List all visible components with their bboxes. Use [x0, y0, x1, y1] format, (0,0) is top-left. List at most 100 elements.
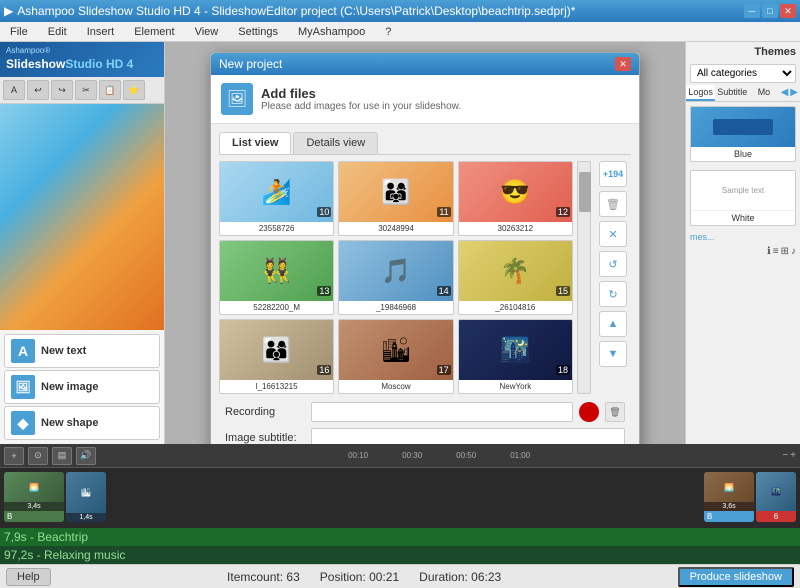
new-shape-button[interactable]: ◆ New shape — [4, 406, 160, 440]
timeline-tool-2[interactable]: ⊙ — [28, 447, 48, 465]
file-item-13[interactable]: 👯 13 52282200_M — [219, 240, 334, 315]
toolbar-icon-1[interactable]: A — [3, 80, 25, 100]
file-item-16[interactable]: 👨‍👩‍👦 16 l_16613215 — [219, 319, 334, 394]
file-item-14[interactable]: 🎵 14 _19846968 — [338, 240, 453, 315]
title-bar-left: ▶ Ashampoo Slideshow Studio HD 4 - Slide… — [4, 4, 575, 18]
new-text-button[interactable]: A New text — [4, 334, 160, 368]
add-files-button[interactable]: +194 — [599, 161, 627, 187]
file-item-12[interactable]: 😎 12 30263212 — [458, 161, 573, 236]
side-actions: +194 🗑 ✕ ↺ ↻ ▲ ▼ — [595, 161, 631, 394]
zoom-in-button[interactable]: + — [790, 450, 796, 461]
sidebar-toolbar: A ↩ ↪ ✂ 📋 ⭐ — [0, 77, 164, 104]
modal-body: List view Details view 🏄 — [211, 124, 639, 444]
move-down-button[interactable]: ▼ — [599, 341, 627, 367]
menu-element[interactable]: Element — [128, 22, 180, 42]
menu-edit[interactable]: Edit — [42, 22, 73, 42]
toolbar-icon-2[interactable]: ↩ — [27, 80, 49, 100]
produce-slideshow-button[interactable]: Produce slideshow — [678, 567, 794, 587]
file-grid: 🏄 10 23558726 👨‍👩‍👧 11 — [219, 161, 573, 394]
themes-tab-subtitle[interactable]: Subtitle — [715, 85, 749, 101]
timeline-tool-4[interactable]: 🔊 — [76, 447, 96, 465]
timeline-item-2[interactable]: 🏙 1,4s — [66, 472, 106, 522]
modal-header-icon: 🖼 — [221, 83, 253, 115]
file-num-18: 18 — [556, 365, 570, 375]
delete-file-button[interactable]: 🗑 — [599, 191, 627, 217]
status-duration: Duration: 06:23 — [419, 570, 501, 584]
file-item-18[interactable]: 🌃 18 NewYork — [458, 319, 573, 394]
toolbar-icon-5[interactable]: 📋 — [99, 80, 121, 100]
timeline-tool-3[interactable]: ▤ — [52, 447, 72, 465]
themes-tab-mo[interactable]: Mo — [749, 85, 778, 101]
zoom-out-button[interactable]: − — [782, 450, 788, 461]
view-tabs: List view Details view — [219, 132, 631, 155]
timeline-duration-2: 1,4s — [66, 513, 106, 522]
close-button[interactable]: ✕ — [780, 4, 796, 18]
subtitle-input[interactable] — [311, 428, 625, 444]
file-item-11[interactable]: 👨‍👩‍👧 11 30248994 — [338, 161, 453, 236]
music-bar-2: 97,2s - Relaxing music — [0, 546, 800, 564]
theme-white-text: Sample text — [722, 186, 764, 195]
toolbar-icon-3[interactable]: ↪ — [51, 80, 73, 100]
file-name-12: 30263212 — [459, 222, 572, 235]
menu-file[interactable]: File — [4, 22, 34, 42]
new-image-button[interactable]: 🖼 New image — [4, 370, 160, 404]
theme-white-label: White — [691, 211, 795, 225]
menu-help[interactable]: ? — [379, 22, 397, 42]
timeline-item-4[interactable]: 🌃 6 — [756, 472, 796, 522]
timeline-items-left: 🌅 3,4s B 🏙 1,4s — [4, 472, 106, 524]
menu-insert[interactable]: Insert — [81, 22, 121, 42]
timeline-duration-3: 3,6s — [704, 502, 754, 511]
timeline-thumb-4: 🌃 — [756, 472, 796, 511]
file-item-10[interactable]: 🏄 10 23558726 — [219, 161, 334, 236]
rotate-right-button[interactable]: ↻ — [599, 281, 627, 307]
toolbar-icon-6[interactable]: ⭐ — [123, 80, 145, 100]
themes-info-icon[interactable]: ℹ — [767, 246, 771, 257]
timeline-badge-1: B — [4, 511, 64, 522]
maximize-button[interactable]: □ — [762, 4, 778, 18]
minimize-button[interactable]: ─ — [744, 4, 760, 18]
modal-header-subtitle: Please add images for use in your slides… — [261, 101, 461, 112]
menu-myashampoo[interactable]: MyAshampoo — [292, 22, 371, 42]
themes-nav-left[interactable]: ◀ — [781, 87, 789, 99]
timeline-item-3[interactable]: 🌅 3,6s B — [704, 472, 754, 522]
file-name-14: _19846968 — [339, 301, 452, 314]
timeline-spacer — [108, 472, 702, 524]
help-button-bottom[interactable]: Help — [6, 568, 51, 586]
theme-item-white[interactable]: Sample text White — [690, 170, 796, 226]
menu-settings[interactable]: Settings — [232, 22, 284, 42]
themes-category-dropdown[interactable]: All categories — [690, 64, 796, 83]
themes-grid-icon[interactable]: ⊞ — [781, 246, 789, 257]
menu-bar: File Edit Insert Element View Settings M… — [0, 22, 800, 42]
toolbar-icon-4[interactable]: ✂ — [75, 80, 97, 100]
recording-start-button[interactable] — [579, 402, 599, 422]
file-num-17: 17 — [437, 365, 451, 375]
file-num-11: 11 — [437, 207, 450, 217]
tab-list-view[interactable]: List view — [219, 132, 291, 154]
themes-list-icon[interactable]: ≡ — [773, 246, 779, 257]
menu-view[interactable]: View — [189, 22, 225, 42]
timeline-time-00-10: 00:10 — [348, 451, 368, 460]
center-content: New project ✕ 🖼 Add files Please add ima… — [165, 42, 685, 444]
themes-more-link[interactable]: mes... — [686, 230, 800, 244]
recording-input[interactable] — [311, 402, 573, 422]
move-up-button[interactable]: ▲ — [599, 311, 627, 337]
modal-close-button[interactable]: ✕ — [615, 57, 631, 71]
themes-nav-right[interactable]: ▶ — [790, 87, 798, 99]
grid-scrollbar[interactable] — [577, 161, 591, 394]
rotate-left-button[interactable]: ↺ — [599, 251, 627, 277]
recording-clear-button[interactable]: 🗑 — [605, 402, 625, 422]
new-shape-icon: ◆ — [11, 411, 35, 435]
remove-file-button[interactable]: ✕ — [599, 221, 627, 247]
timeline-item-1[interactable]: 🌅 3,4s B — [4, 472, 64, 522]
themes-music-icon[interactable]: ♪ — [791, 246, 796, 257]
tab-details-view[interactable]: Details view — [293, 132, 378, 154]
modal-overlay: New project ✕ 🖼 Add files Please add ima… — [165, 42, 685, 444]
timeline-zoom: − + — [782, 450, 796, 461]
file-item-17[interactable]: 🏙 17 Moscow — [338, 319, 453, 394]
modal-header-title: Add files — [261, 86, 461, 101]
theme-item-blue[interactable]: Blue — [690, 106, 796, 162]
timeline-track: 🌅 3,4s B 🏙 1,4s 🌅 3,6s B 🌃 — [0, 468, 800, 528]
file-item-15[interactable]: 🌴 15 _26104816 — [458, 240, 573, 315]
timeline-tool-add[interactable]: + — [4, 447, 24, 465]
themes-tab-logos[interactable]: Logos — [686, 85, 715, 101]
